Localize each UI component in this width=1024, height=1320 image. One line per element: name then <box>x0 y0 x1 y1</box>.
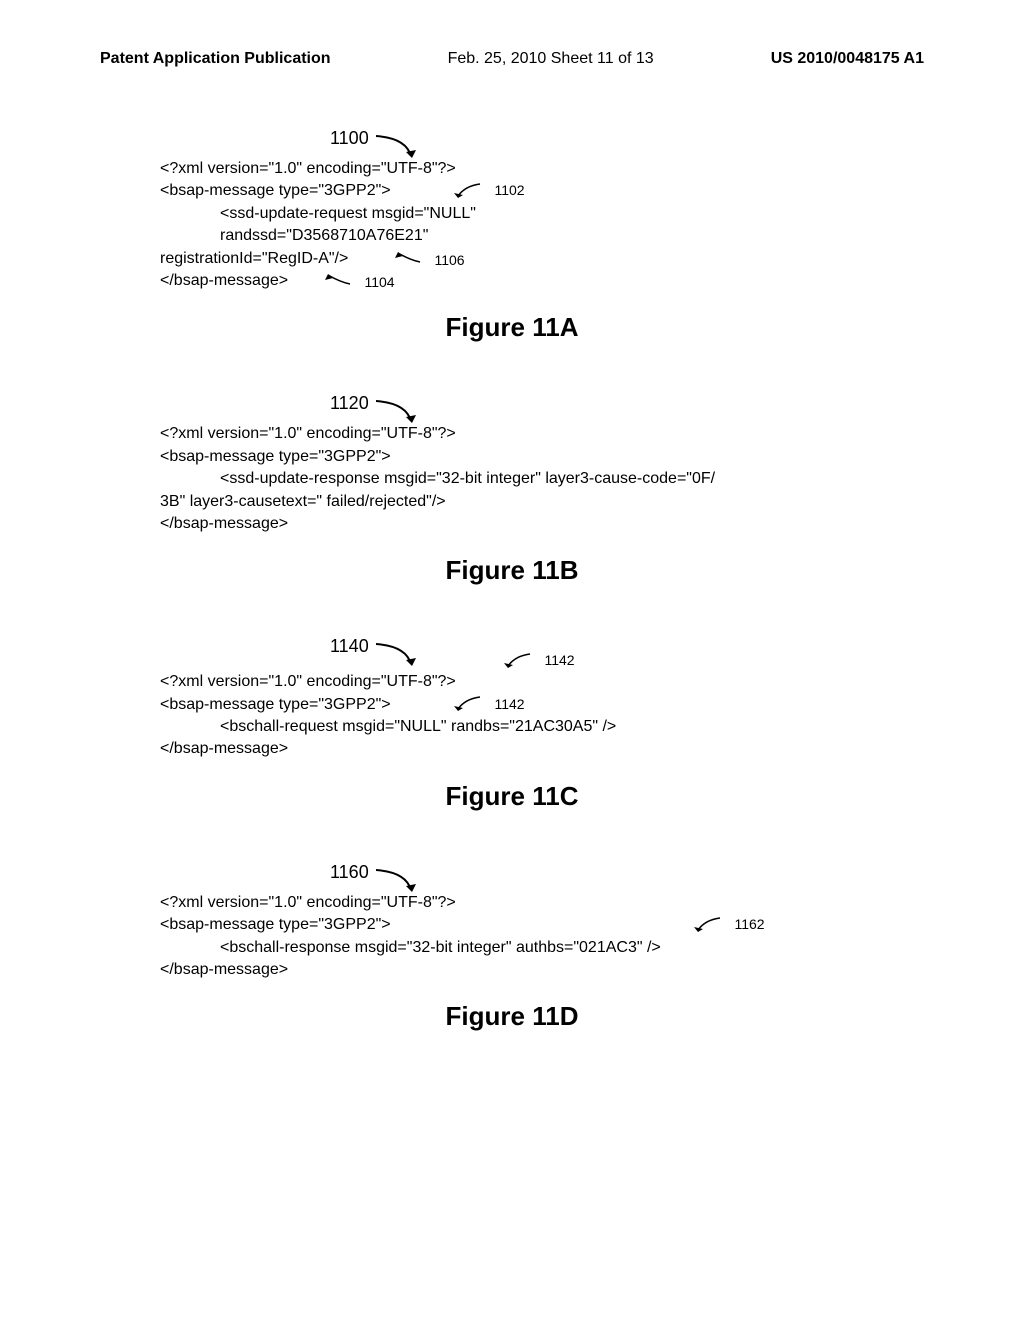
figure-caption: Figure 11A <box>100 312 924 343</box>
code-line: </bsap-message> <box>160 959 884 981</box>
callout-label: 1106 <box>434 252 464 268</box>
figure-11b-block: 1120 <?xml version="1.0" encoding="UTF-8… <box>100 393 924 586</box>
figure-11a-block: 1100 <?xml version="1.0" encoding="UTF-8… <box>100 128 924 343</box>
fig-c-refnum: 1140 <box>330 636 369 656</box>
fig-c-code: <?xml version="1.0" encoding="UTF-8"?> <… <box>160 671 884 761</box>
fig-d-code: <?xml version="1.0" encoding="UTF-8"?> <… <box>160 892 884 982</box>
code-line: randssd="D3568710A76E21" <box>160 225 884 247</box>
code-line: <bschall-request msgid="NULL" randbs="21… <box>160 716 884 738</box>
code-line: <ssd-update-response msgid="32-bit integ… <box>160 468 884 490</box>
page-header: Patent Application Publication Feb. 25, … <box>100 50 924 68</box>
header-right: US 2010/0048175 A1 <box>771 50 924 68</box>
callout-label: 1142 <box>544 653 574 669</box>
curve-arrow-icon <box>690 915 730 935</box>
code-line: </bsap-message> <box>160 738 884 760</box>
code-line: <bsap-message type="3GPP2"> <box>160 696 391 713</box>
code-line: <?xml version="1.0" encoding="UTF-8"?> <box>160 671 884 693</box>
callout-label: 1102 <box>494 182 524 198</box>
callout-label: 1162 <box>734 916 764 932</box>
code-line: </bsap-message> <box>160 513 884 535</box>
fig-d-refnum: 1160 <box>330 862 369 882</box>
figure-caption: Figure 11C <box>100 781 924 812</box>
code-line: <bsap-message type="3GPP2"> <box>160 446 884 468</box>
callout-label: 1142 <box>494 696 524 712</box>
fig-a-code: <?xml version="1.0" encoding="UTF-8"?> <… <box>160 158 884 292</box>
fig-b-refnum: 1120 <box>330 393 369 413</box>
code-line: <?xml version="1.0" encoding="UTF-8"?> <box>160 158 884 180</box>
code-line: 3B" layer3-causetext=" failed/rejected"/… <box>160 491 884 513</box>
figure-11c-block: 1140 1142 <?xml version="1.0" encoding="… <box>100 636 924 812</box>
code-line: registrationId="RegID-A"/> <box>160 250 348 267</box>
header-mid: Feb. 25, 2010 Sheet 11 of 13 <box>448 50 654 68</box>
curve-arrow-icon <box>390 250 430 268</box>
code-line: <bsap-message type="3GPP2"> <box>160 182 391 199</box>
figure-caption: Figure 11B <box>100 555 924 586</box>
curve-arrow-icon <box>450 181 490 201</box>
fig-b-code: <?xml version="1.0" encoding="UTF-8"?> <… <box>160 423 884 535</box>
callout-label: 1104 <box>364 274 394 290</box>
code-line: <ssd-update-request msgid="NULL" <box>160 203 884 225</box>
code-line: <?xml version="1.0" encoding="UTF-8"?> <box>160 423 884 445</box>
figure-caption: Figure 11D <box>100 1001 924 1032</box>
code-line: </bsap-message> <box>160 272 288 289</box>
curve-arrow-icon <box>376 636 426 671</box>
code-line: <?xml version="1.0" encoding="UTF-8"?> <box>160 892 884 914</box>
code-line: <bsap-message type="3GPP2"> <box>160 916 391 933</box>
curve-arrow-icon <box>320 272 360 290</box>
figure-11d-block: 1160 <?xml version="1.0" encoding="UTF-8… <box>100 862 924 1033</box>
curve-arrow-icon <box>500 651 540 671</box>
fig-a-refnum: 1100 <box>330 128 369 148</box>
curve-arrow-icon <box>450 694 490 714</box>
code-line: <bschall-response msgid="32-bit integer"… <box>160 937 884 959</box>
header-left: Patent Application Publication <box>100 50 331 68</box>
